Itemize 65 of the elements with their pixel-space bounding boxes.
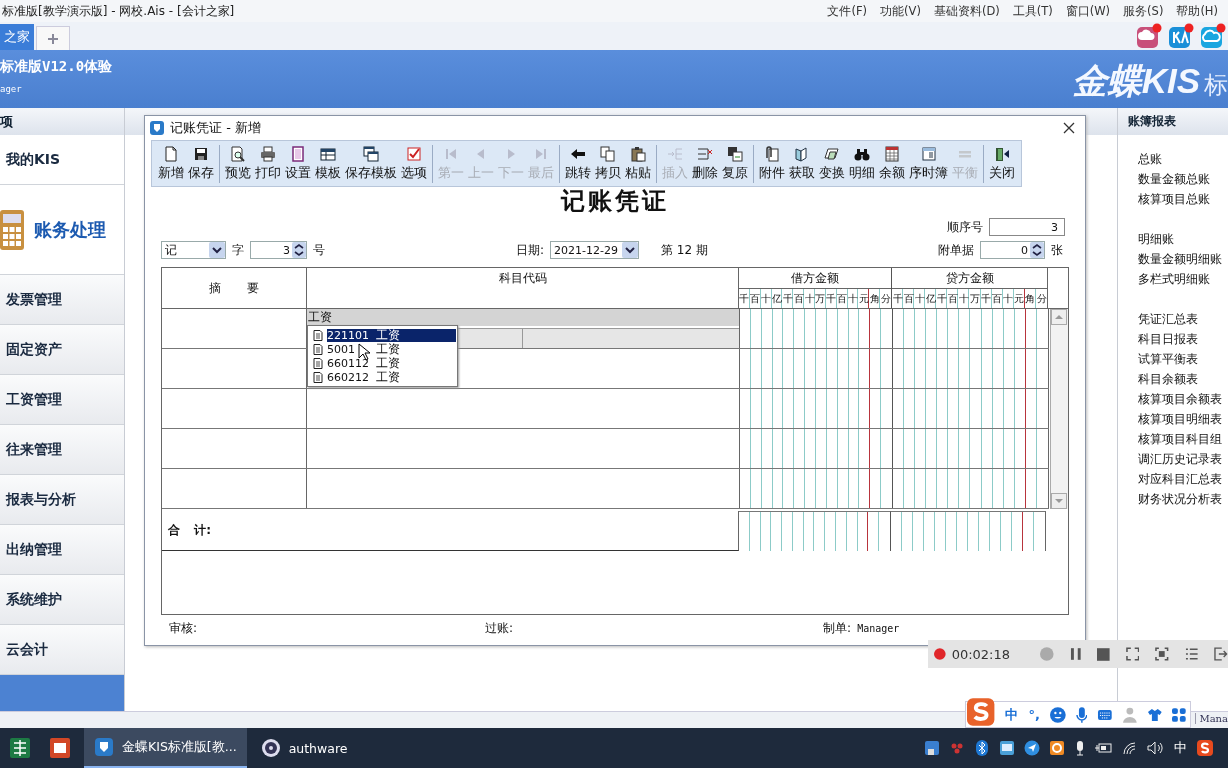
digit-label: 万 <box>815 291 825 306</box>
column-header: 科目代码 <box>498 270 547 287</box>
digit-label: 百 <box>947 291 957 306</box>
digit-label: 亿 <box>772 291 781 306</box>
digit-label: 万 <box>970 291 979 306</box>
account-code: 660112 <box>327 356 369 370</box>
maker-name: Manager <box>857 622 900 634</box>
digit-label: 百 <box>992 291 1002 306</box>
digit-label: 百 <box>903 291 913 306</box>
digit-label: 千 <box>782 291 792 306</box>
account-code: 221101 <box>327 328 369 342</box>
recording-time: 00:02:18 <box>951 646 1010 662</box>
account-name: 工资 <box>376 356 401 370</box>
digit-label: 千 <box>826 291 836 306</box>
digit-label: 分 <box>1036 291 1046 306</box>
account-code: 5001 <box>327 342 355 356</box>
user-name: ager <box>0 84 23 94</box>
digit-label: 十 <box>848 291 857 306</box>
field-label: 号 <box>313 241 325 259</box>
brand-logo: 金蝶KIS <box>1071 59 1200 102</box>
digit-label: 角 <box>869 291 879 306</box>
account-name: 工资 <box>376 342 401 356</box>
digit-label: 千 <box>739 291 749 306</box>
digit-label: 十 <box>804 291 814 306</box>
digit-label: 千 <box>936 291 946 306</box>
field-label: 过账: <box>485 619 514 637</box>
field-label: 审核: <box>169 619 198 637</box>
digit-label: 元 <box>1014 291 1024 306</box>
field-label: 顺序号 <box>947 218 983 236</box>
digit-label: 千 <box>981 291 991 306</box>
panel-header: 账簿报表 <box>1118 108 1228 135</box>
digit-label: 百 <box>837 291 847 306</box>
digit-label: 百 <box>793 291 803 306</box>
column-header: 贷方金额 <box>945 269 994 287</box>
digit-label: 十 <box>761 291 771 306</box>
column-header: 借方金额 <box>791 269 839 287</box>
digit-label: 十 <box>958 291 968 306</box>
field-label: 字 <box>232 241 244 259</box>
status-text: Mana <box>1195 713 1228 724</box>
product-title: 标准版V12.0体验 <box>0 58 113 76</box>
sidebar-header: 项 <box>0 108 124 135</box>
digit-label: 角 <box>1025 291 1035 306</box>
period-label: 第 12 期 <box>661 241 708 259</box>
digit-label: 分 <box>881 291 891 306</box>
field-label: 张 <box>1051 241 1063 259</box>
digit-label: 十 <box>1003 291 1013 306</box>
digit-label: 亿 <box>925 291 935 306</box>
cell-text: 工资 <box>308 309 332 326</box>
voucher-title: 记账凭证 <box>561 185 669 217</box>
digit-label: 百 <box>750 291 760 306</box>
field-label: 制单: <box>823 619 852 637</box>
account-name: 工资 <box>376 328 401 342</box>
digit-label: 元 <box>858 291 868 306</box>
account-name: 工资 <box>376 370 401 384</box>
column-header: 摘 要 <box>209 279 259 297</box>
total-label: 合 计: <box>168 522 211 539</box>
digit-label: 千 <box>892 291 902 306</box>
app-title: 标准版[教学演示版] - 网校.Ais - [会计之家] <box>1 2 235 20</box>
sidebar-label: 账务处理 <box>34 217 106 242</box>
account-code: 660212 <box>327 370 369 384</box>
digit-label: 十 <box>914 291 924 306</box>
dialog-title: 记账凭证 - 新增 <box>170 119 261 137</box>
field-label: 附单据 <box>938 241 974 259</box>
field-label: 日期: <box>516 241 545 259</box>
brand-suffix: 标 <box>1204 70 1228 101</box>
